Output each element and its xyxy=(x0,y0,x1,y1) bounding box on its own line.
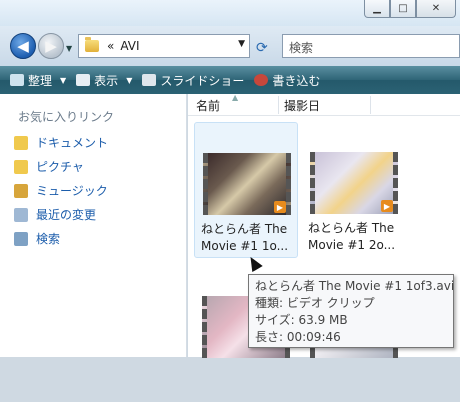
recent-pages-dropdown[interactable]: ▼ xyxy=(66,44,72,53)
column-date-taken[interactable]: 撮影日 xyxy=(284,97,320,114)
sidebar-item-search[interactable]: 検索 xyxy=(14,230,60,247)
view-label: 表示 xyxy=(94,73,119,88)
favorite-links-title: お気に入りリンク xyxy=(18,110,115,124)
column-name[interactable]: 名前 xyxy=(196,97,220,114)
tooltip-size: サイズ: 63.9 MB xyxy=(255,313,348,327)
column-divider[interactable] xyxy=(370,96,371,114)
sidebar-item-label: 最近の変更 xyxy=(36,208,97,222)
burn-button[interactable]: 書き込む xyxy=(254,72,320,89)
refresh-icon[interactable]: ⟳ xyxy=(256,40,268,56)
sidebar-item-documents[interactable]: ドキュメント xyxy=(14,134,108,151)
title-bar: ▁ □ ✕ xyxy=(0,0,460,26)
forward-button[interactable]: ▶ xyxy=(38,33,64,59)
sidebar-item-label: ドキュメント xyxy=(36,136,109,150)
minimize-button[interactable]: ▁ xyxy=(364,0,390,18)
sidebar-item-pictures[interactable]: ピクチャ xyxy=(14,158,84,175)
breadcrumb-overflow[interactable]: « xyxy=(107,39,114,53)
column-divider[interactable] xyxy=(278,96,279,114)
video-badge-icon: ▶ xyxy=(274,201,286,213)
burn-disc-icon xyxy=(254,74,269,86)
slideshow-button[interactable]: スライドショー xyxy=(142,72,244,89)
documents-icon xyxy=(14,135,28,150)
organize-icon xyxy=(10,74,24,86)
music-icon xyxy=(14,183,28,198)
folder-icon xyxy=(85,37,99,52)
window-controls: ▁ □ ✕ xyxy=(364,0,456,18)
sidebar-item-recent-changes[interactable]: 最近の変更 xyxy=(14,206,96,223)
tooltip-type: 種類: ビデオ クリップ xyxy=(255,296,375,310)
organize-label: 整理 xyxy=(28,73,53,88)
sidebar-item-label: ミュージック xyxy=(36,184,108,198)
sidebar-item-music[interactable]: ミュージック xyxy=(14,182,108,199)
search-input[interactable]: 検索 xyxy=(282,34,460,58)
navigation-bar: ◀ ▶ ▼ « AVI ▼ ⟳ 検索 xyxy=(0,26,460,66)
view-icon xyxy=(76,74,91,86)
slideshow-label: スライドショー xyxy=(160,73,245,88)
file-name: ねとらん者 The Movie #1 2o... xyxy=(308,221,396,252)
search-folder-icon xyxy=(14,231,28,246)
file-info-tooltip: ねとらん者 The Movie #1 1of3.avi 種類: ビデオ クリップ… xyxy=(248,274,454,348)
close-button[interactable]: ✕ xyxy=(416,0,456,18)
chevron-down-icon: ▼ xyxy=(60,75,67,85)
burn-label: 書き込む xyxy=(272,73,321,88)
sort-ascending-icon: ▲ xyxy=(232,93,239,102)
back-button[interactable]: ◀ xyxy=(10,33,36,59)
sidebar-item-label: ピクチャ xyxy=(36,160,84,174)
video-badge-icon: ▶ xyxy=(381,200,393,212)
favorite-links-pane: お気に入りリンク ドキュメント ピクチャ ミュージック 最近の変更 検索 xyxy=(0,94,187,357)
video-thumbnail: ▶ xyxy=(310,152,398,214)
column-header: 名前 ▲ 撮影日 xyxy=(188,93,460,116)
organize-button[interactable]: 整理 ▼ xyxy=(10,72,66,89)
video-thumbnail: ▶ xyxy=(203,153,291,215)
address-dropdown[interactable]: ▼ xyxy=(238,39,245,49)
sidebar-item-label: 検索 xyxy=(36,232,61,246)
chevron-down-icon: ▼ xyxy=(126,75,133,85)
maximize-button[interactable]: □ xyxy=(390,0,416,18)
recent-changes-icon xyxy=(14,207,28,222)
view-button[interactable]: 表示 ▼ xyxy=(76,72,132,89)
command-bar: 整理 ▼ 表示 ▼ スライドショー 書き込む xyxy=(0,66,460,94)
file-tile[interactable]: ▶ ねとらん者 The Movie #1 1o... xyxy=(194,122,298,258)
tooltip-filename: ねとらん者 The Movie #1 1of3.avi xyxy=(255,279,455,293)
address-bar[interactable]: « AVI ▼ xyxy=(78,34,250,58)
tooltip-length: 長さ: 00:09:46 xyxy=(255,330,341,344)
slideshow-icon xyxy=(142,74,157,86)
file-name: ねとらん者 The Movie #1 1o... xyxy=(201,222,289,253)
breadcrumb-current[interactable]: AVI xyxy=(120,39,139,53)
pictures-icon xyxy=(14,159,28,174)
file-tile[interactable]: ▶ ねとらん者 The Movie #1 2o... xyxy=(302,122,406,258)
